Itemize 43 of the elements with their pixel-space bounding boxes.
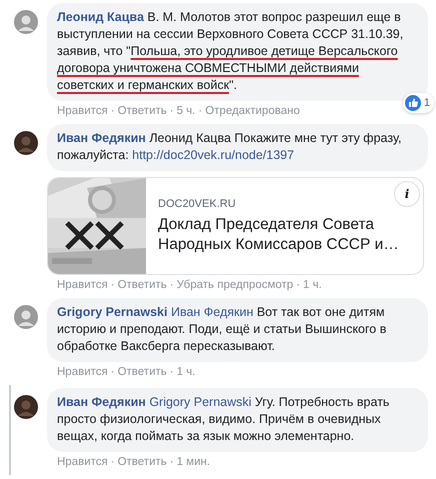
- action-link[interactable]: Отредактировано: [205, 105, 300, 117]
- separator-dot: ·: [170, 456, 174, 468]
- separator-dot: ·: [296, 279, 300, 291]
- separator-dot: ·: [170, 105, 174, 117]
- reaction-badge[interactable]: 1: [402, 93, 434, 113]
- separator-dot: ·: [110, 456, 115, 468]
- separator-dot: ·: [170, 279, 174, 291]
- mention-link[interactable]: Иван Федякин: [170, 305, 254, 319]
- comment-text: Grigory Pernawski Иван Федякин Вот так вот оне дитям историю и преподают. Поди, ещё и статьи Вышинского в обработке Ваксберга пересказывают.: [57, 304, 388, 355]
- url-link[interactable]: http://doc20vek.ru/node/1397: [132, 148, 294, 162]
- author-link[interactable]: Леонид Кацва: [57, 10, 144, 24]
- action-link[interactable]: Убрать предпросмотр: [176, 279, 294, 291]
- info-button[interactable]: i: [394, 181, 420, 207]
- avatar[interactable]: [14, 395, 38, 419]
- action-link[interactable]: Нравится: [57, 366, 108, 378]
- comment-text: Иван Федякин Grigory Pernawski Угу. Потребность врать просто физиологическая, видимо. Причём в очевидных вещах, когда поймать за язык можно элементарно.: [57, 394, 390, 445]
- comment-text: Леонид Кацва В. М. Молотов этот вопрос разрешил еще в выступлении на сессии Верховного Совета СССР 31.10.39, заявив, что "Польша, это уродливое детище Версальского договора уничтожена СОВМЕСТНЫМИ действиями советских и германских войск".: [57, 9, 404, 94]
- preview-title: Доклад Председателя Совета Народных Комиссаров СССР и…: [158, 215, 400, 255]
- separator-dot: ·: [110, 366, 115, 378]
- author-link[interactable]: Grigory Pernawski: [57, 305, 168, 319]
- separator-dot: ·: [110, 105, 115, 117]
- author-link[interactable]: Иван Федякин: [57, 131, 146, 145]
- action-link[interactable]: 1 ч.: [303, 279, 322, 291]
- link-preview-card[interactable]: DOC20VEK.RU Доклад Председателя Совета Народных Комиссаров СССР и… i: [47, 177, 424, 275]
- action-link[interactable]: Нравится: [57, 105, 108, 117]
- thumbs-up-icon: [404, 95, 421, 111]
- action-link[interactable]: Ответить: [118, 105, 167, 117]
- action-link[interactable]: Ответить: [118, 366, 167, 378]
- comment-text: Иван Федякин Леонид Кацва Покажите мне тут эту фразу, пожалуйста: http://doc20vek.ru/node/1397: [57, 130, 402, 164]
- action-link[interactable]: 5 ч.: [176, 105, 196, 117]
- mention-link[interactable]: Grigory Pernawski: [149, 395, 252, 409]
- action-link[interactable]: Нравится: [57, 456, 108, 468]
- action-link[interactable]: Ответить: [118, 279, 167, 291]
- separator-dot: ·: [170, 366, 174, 378]
- preview-domain: DOC20VEK.RU: [158, 198, 237, 210]
- separator-dot: ·: [110, 279, 115, 291]
- action-link[interactable]: Нравится: [57, 279, 108, 291]
- author-link[interactable]: Иван Федякин: [57, 395, 146, 409]
- separator-dot: ·: [198, 105, 202, 117]
- action-link[interactable]: 1 мин.: [176, 456, 210, 468]
- action-link[interactable]: 1 ч.: [176, 366, 196, 378]
- avatar[interactable]: [14, 131, 38, 155]
- action-link[interactable]: Ответить: [118, 456, 167, 468]
